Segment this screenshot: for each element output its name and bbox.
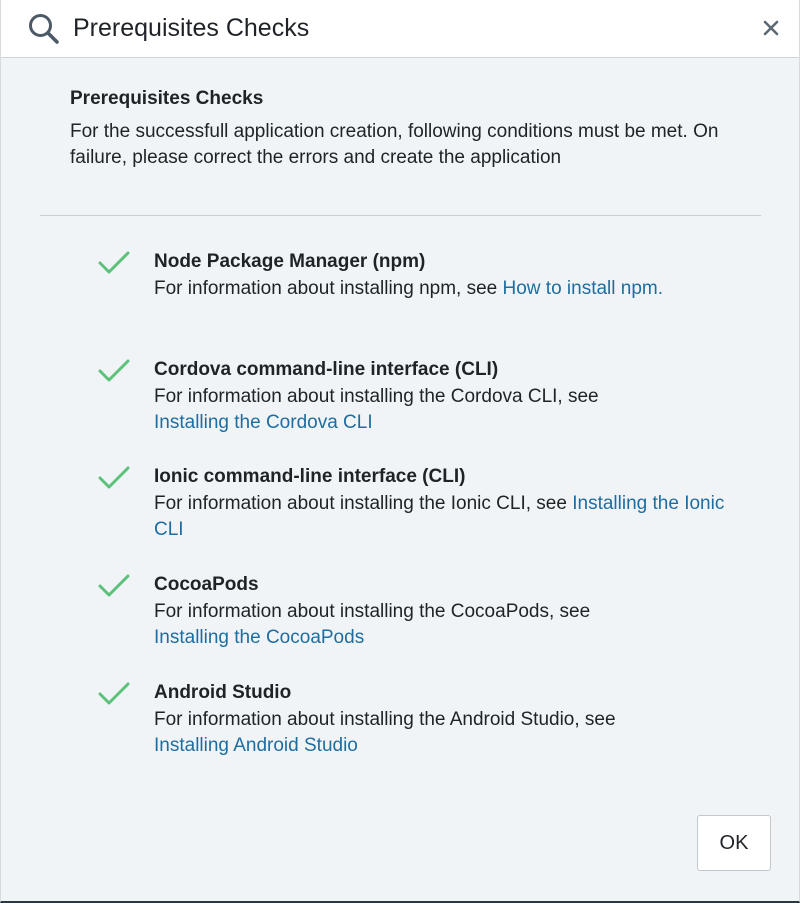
ok-button[interactable]: OK [697, 815, 771, 871]
dialog-title: Prerequisites Checks [73, 14, 310, 42]
intro-text: For the successfull application creation… [70, 121, 719, 169]
search-icon [29, 14, 59, 44]
check-description-text: For information about installing the Ion… [154, 493, 573, 514]
checkmark-icon [98, 574, 130, 597]
checkmark-icon [98, 251, 130, 274]
check-description: For information about installing npm, se… [154, 276, 734, 302]
check-description-text: For information about installing the And… [154, 709, 616, 730]
install-android-studio-link[interactable]: Installing Android Studio [154, 735, 358, 756]
check-description: For information about installing the Coc… [154, 599, 624, 652]
checkmark-icon [98, 466, 130, 489]
check-title: CocoaPods [154, 574, 259, 595]
check-description: For information about installing the And… [154, 707, 654, 760]
install-cocoapods-link[interactable]: Installing the CocoaPods [154, 627, 364, 648]
prerequisites-dialog: Prerequisites Checks Prerequisites Check… [0, 0, 800, 903]
check-description-text: For information about installing the Cor… [154, 386, 599, 407]
checkmark-icon [98, 682, 130, 705]
close-icon[interactable] [756, 13, 786, 43]
check-description: For information about installing the Cor… [154, 384, 634, 437]
check-title: Cordova command-line interface (CLI) [154, 359, 499, 380]
check-title: Ionic command-line interface (CLI) [154, 466, 466, 487]
install-npm-link[interactable]: How to install npm. [503, 278, 664, 299]
check-title: Node Package Manager (npm) [154, 251, 426, 272]
install-cordova-link[interactable]: Installing the Cordova CLI [154, 412, 373, 433]
check-description-text: For information about installing npm, se… [154, 278, 503, 299]
divider [40, 215, 761, 216]
check-title: Android Studio [154, 682, 292, 703]
check-description: For information about installing the Ion… [154, 491, 734, 544]
section-heading: Prerequisites Checks [70, 88, 264, 109]
dialog-titlebar: Prerequisites Checks [1, 0, 799, 58]
checkmark-icon [98, 359, 130, 382]
check-description-text: For information about installing the Coc… [154, 601, 591, 622]
